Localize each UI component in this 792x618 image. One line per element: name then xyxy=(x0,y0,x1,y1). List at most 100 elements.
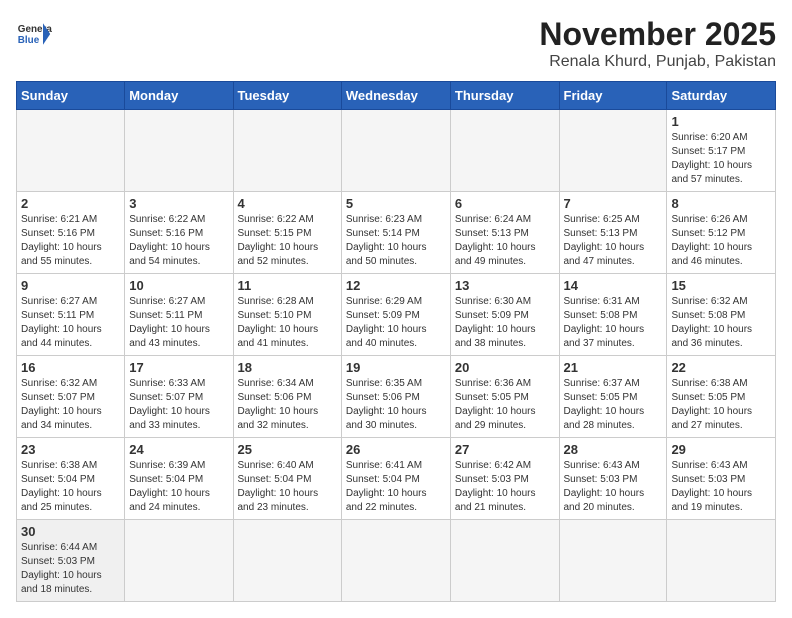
calendar-day-cell: 19 Sunrise: 6:35 AM Sunset: 5:06 PM Dayli… xyxy=(341,356,450,438)
day-info: Sunrise: 6:37 AM Sunset: 5:05 PM Dayligh… xyxy=(564,377,663,433)
calendar-day-cell: 12 Sunrise: 6:29 AM Sunset: 5:09 PM Dayli… xyxy=(341,274,450,356)
day-info: Sunrise: 6:36 AM Sunset: 5:05 PM Dayligh… xyxy=(455,377,555,433)
day-number: 30 xyxy=(21,524,120,539)
calendar-week-row: 23Sunrise: 6:38 AM Sunset: 5:04 PM Dayli… xyxy=(17,438,776,520)
day-info: Sunrise: 6:22 AM Sunset: 5:15 PM Dayligh… xyxy=(238,213,337,269)
calendar-day-cell xyxy=(341,520,450,602)
weekday-header-saturday: Saturday xyxy=(667,82,776,110)
day-number: 25 xyxy=(238,442,337,457)
day-info: Sunrise: 6:32 AM Sunset: 5:07 PM Dayligh… xyxy=(21,377,120,433)
day-info: Sunrise: 6:27 AM Sunset: 5:11 PM Dayligh… xyxy=(21,295,120,351)
calendar-day-cell xyxy=(667,520,776,602)
day-number: 23 xyxy=(21,442,120,457)
calendar-week-row: 9Sunrise: 6:27 AM Sunset: 5:11 PM Daylig… xyxy=(17,274,776,356)
day-info: Sunrise: 6:42 AM Sunset: 5:03 PM Dayligh… xyxy=(455,459,555,515)
calendar-day-cell: 26Sunrise: 6:41 AM Sunset: 5:04 PM Dayli… xyxy=(341,438,450,520)
calendar-day-cell: 13 Sunrise: 6:30 AM Sunset: 5:09 PM Dayli… xyxy=(450,274,559,356)
svg-text:Blue: Blue xyxy=(18,35,40,46)
calendar-day-cell xyxy=(17,110,125,192)
day-info: Sunrise: 6:35 AM Sunset: 5:06 PM Dayligh… xyxy=(346,377,446,433)
day-info: Sunrise: 6:43 AM Sunset: 5:03 PM Dayligh… xyxy=(564,459,663,515)
logo-icon: General Blue xyxy=(16,16,52,52)
day-number: 19 xyxy=(346,360,446,375)
day-info: Sunrise: 6:43 AM Sunset: 5:03 PM Dayligh… xyxy=(671,459,771,515)
day-info: Sunrise: 6:30 AM Sunset: 5:09 PM Dayligh… xyxy=(455,295,555,351)
calendar-day-cell: 30 Sunrise: 6:44 AM Sunset: 5:03 PM Dayli… xyxy=(17,520,125,602)
day-number: 1 xyxy=(671,114,771,129)
calendar-day-cell: 22Sunrise: 6:38 AM Sunset: 5:05 PM Dayli… xyxy=(667,356,776,438)
day-number: 14 xyxy=(564,278,663,293)
calendar-day-cell: 25 Sunrise: 6:40 AM Sunset: 5:04 PM Dayli… xyxy=(233,438,341,520)
calendar-week-row: 16 Sunrise: 6:32 AM Sunset: 5:07 PM Dayli… xyxy=(17,356,776,438)
day-info: Sunrise: 6:41 AM Sunset: 5:04 PM Dayligh… xyxy=(346,459,446,515)
day-number: 7 xyxy=(564,196,663,211)
logo: General Blue xyxy=(16,16,52,52)
weekday-header-thursday: Thursday xyxy=(450,82,559,110)
calendar-day-cell: 3Sunrise: 6:22 AM Sunset: 5:16 PM Daylig… xyxy=(125,192,233,274)
calendar-day-cell xyxy=(450,110,559,192)
day-info: Sunrise: 6:27 AM Sunset: 5:11 PM Dayligh… xyxy=(129,295,228,351)
page-header: General Blue November 2025 Renala Khurd,… xyxy=(16,16,776,71)
day-info: Sunrise: 6:34 AM Sunset: 5:06 PM Dayligh… xyxy=(238,377,337,433)
day-number: 12 xyxy=(346,278,446,293)
day-number: 11 xyxy=(238,278,337,293)
calendar-day-cell xyxy=(125,520,233,602)
day-number: 28 xyxy=(564,442,663,457)
day-info: Sunrise: 6:40 AM Sunset: 5:04 PM Dayligh… xyxy=(238,459,337,515)
calendar-day-cell: 20 Sunrise: 6:36 AM Sunset: 5:05 PM Dayli… xyxy=(450,356,559,438)
calendar-week-row: 2 Sunrise: 6:21 AM Sunset: 5:16 PM Daylig… xyxy=(17,192,776,274)
day-info: Sunrise: 6:29 AM Sunset: 5:09 PM Dayligh… xyxy=(346,295,446,351)
day-number: 27 xyxy=(455,442,555,457)
calendar-day-cell xyxy=(559,110,667,192)
day-info: Sunrise: 6:44 AM Sunset: 5:03 PM Dayligh… xyxy=(21,541,120,597)
day-info: Sunrise: 6:32 AM Sunset: 5:08 PM Dayligh… xyxy=(671,295,771,351)
day-info: Sunrise: 6:25 AM Sunset: 5:13 PM Dayligh… xyxy=(564,213,663,269)
calendar-day-cell: 6 Sunrise: 6:24 AM Sunset: 5:13 PM Daylig… xyxy=(450,192,559,274)
day-number: 6 xyxy=(455,196,555,211)
title-section: November 2025 Renala Khurd, Punjab, Paki… xyxy=(539,16,776,71)
calendar-day-cell: 24Sunrise: 6:39 AM Sunset: 5:04 PM Dayli… xyxy=(125,438,233,520)
calendar-day-cell: 21 Sunrise: 6:37 AM Sunset: 5:05 PM Dayli… xyxy=(559,356,667,438)
calendar-week-row: 30 Sunrise: 6:44 AM Sunset: 5:03 PM Dayli… xyxy=(17,520,776,602)
calendar-day-cell: 7 Sunrise: 6:25 AM Sunset: 5:13 PM Daylig… xyxy=(559,192,667,274)
calendar-day-cell: 10 Sunrise: 6:27 AM Sunset: 5:11 PM Dayli… xyxy=(125,274,233,356)
calendar-day-cell: 18Sunrise: 6:34 AM Sunset: 5:06 PM Dayli… xyxy=(233,356,341,438)
calendar-day-cell: 11Sunrise: 6:28 AM Sunset: 5:10 PM Dayli… xyxy=(233,274,341,356)
calendar-day-cell xyxy=(233,520,341,602)
calendar-day-cell: 15Sunrise: 6:32 AM Sunset: 5:08 PM Dayli… xyxy=(667,274,776,356)
day-number: 10 xyxy=(129,278,228,293)
weekday-header-wednesday: Wednesday xyxy=(341,82,450,110)
calendar-week-row: 1Sunrise: 6:20 AM Sunset: 5:17 PM Daylig… xyxy=(17,110,776,192)
calendar-day-cell: 28 Sunrise: 6:43 AM Sunset: 5:03 PM Dayli… xyxy=(559,438,667,520)
calendar-day-cell: 14Sunrise: 6:31 AM Sunset: 5:08 PM Dayli… xyxy=(559,274,667,356)
calendar-day-cell: 27 Sunrise: 6:42 AM Sunset: 5:03 PM Dayli… xyxy=(450,438,559,520)
day-number: 2 xyxy=(21,196,120,211)
calendar-day-cell: 17 Sunrise: 6:33 AM Sunset: 5:07 PM Dayli… xyxy=(125,356,233,438)
day-info: Sunrise: 6:38 AM Sunset: 5:05 PM Dayligh… xyxy=(671,377,771,433)
weekday-header-sunday: Sunday xyxy=(17,82,125,110)
calendar-table: SundayMondayTuesdayWednesdayThursdayFrid… xyxy=(16,81,776,602)
day-info: Sunrise: 6:21 AM Sunset: 5:16 PM Dayligh… xyxy=(21,213,120,269)
weekday-header-row: SundayMondayTuesdayWednesdayThursdayFrid… xyxy=(17,82,776,110)
calendar-day-cell xyxy=(341,110,450,192)
day-number: 20 xyxy=(455,360,555,375)
calendar-day-cell: 5Sunrise: 6:23 AM Sunset: 5:14 PM Daylig… xyxy=(341,192,450,274)
day-info: Sunrise: 6:39 AM Sunset: 5:04 PM Dayligh… xyxy=(129,459,228,515)
day-info: Sunrise: 6:23 AM Sunset: 5:14 PM Dayligh… xyxy=(346,213,446,269)
day-number: 21 xyxy=(564,360,663,375)
day-info: Sunrise: 6:33 AM Sunset: 5:07 PM Dayligh… xyxy=(129,377,228,433)
day-number: 17 xyxy=(129,360,228,375)
calendar-day-cell xyxy=(450,520,559,602)
location-title: Renala Khurd, Punjab, Pakistan xyxy=(539,53,776,71)
day-info: Sunrise: 6:24 AM Sunset: 5:13 PM Dayligh… xyxy=(455,213,555,269)
calendar-day-cell: 8Sunrise: 6:26 AM Sunset: 5:12 PM Daylig… xyxy=(667,192,776,274)
day-number: 8 xyxy=(671,196,771,211)
day-number: 13 xyxy=(455,278,555,293)
day-number: 16 xyxy=(21,360,120,375)
weekday-header-tuesday: Tuesday xyxy=(233,82,341,110)
calendar-day-cell: 1Sunrise: 6:20 AM Sunset: 5:17 PM Daylig… xyxy=(667,110,776,192)
calendar-day-cell: 4Sunrise: 6:22 AM Sunset: 5:15 PM Daylig… xyxy=(233,192,341,274)
weekday-header-friday: Friday xyxy=(559,82,667,110)
month-title: November 2025 xyxy=(539,16,776,53)
day-info: Sunrise: 6:22 AM Sunset: 5:16 PM Dayligh… xyxy=(129,213,228,269)
